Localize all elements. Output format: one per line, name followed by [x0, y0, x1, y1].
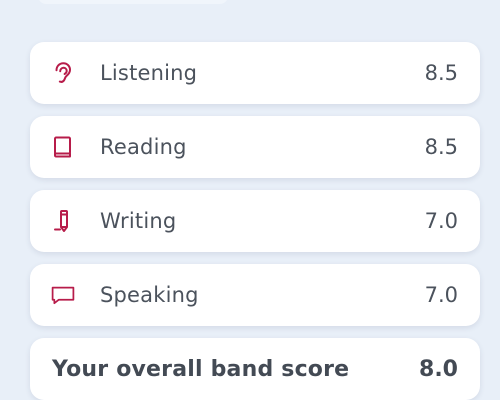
overall-band-score-row: Your overall band score 8.0 — [30, 338, 480, 400]
top-section-fragment — [38, 0, 228, 4]
reading-score-row: Reading 8.5 — [30, 116, 480, 178]
writing-score: 7.0 — [424, 209, 458, 233]
reading-score: 8.5 — [424, 135, 458, 159]
reading-label: Reading — [100, 135, 187, 159]
speech-bubble-icon — [50, 282, 76, 308]
listening-score: 8.5 — [424, 61, 458, 85]
writing-score-row: Writing 7.0 — [30, 190, 480, 252]
speaking-score-row: Speaking 7.0 — [30, 264, 480, 326]
speaking-score: 7.0 — [424, 283, 458, 307]
speaking-label: Speaking — [100, 283, 199, 307]
book-icon — [50, 134, 76, 160]
overall-band-score-value: 8.0 — [419, 356, 458, 382]
overall-band-score-label: Your overall band score — [52, 356, 350, 382]
band-score-list: Listening 8.5 Reading 8.5 Writing 7.0 Sp… — [30, 42, 480, 400]
listening-score-row: Listening 8.5 — [30, 42, 480, 104]
pencil-icon — [50, 208, 76, 234]
ear-icon — [50, 60, 76, 86]
listening-label: Listening — [100, 61, 198, 85]
writing-label: Writing — [100, 209, 177, 233]
